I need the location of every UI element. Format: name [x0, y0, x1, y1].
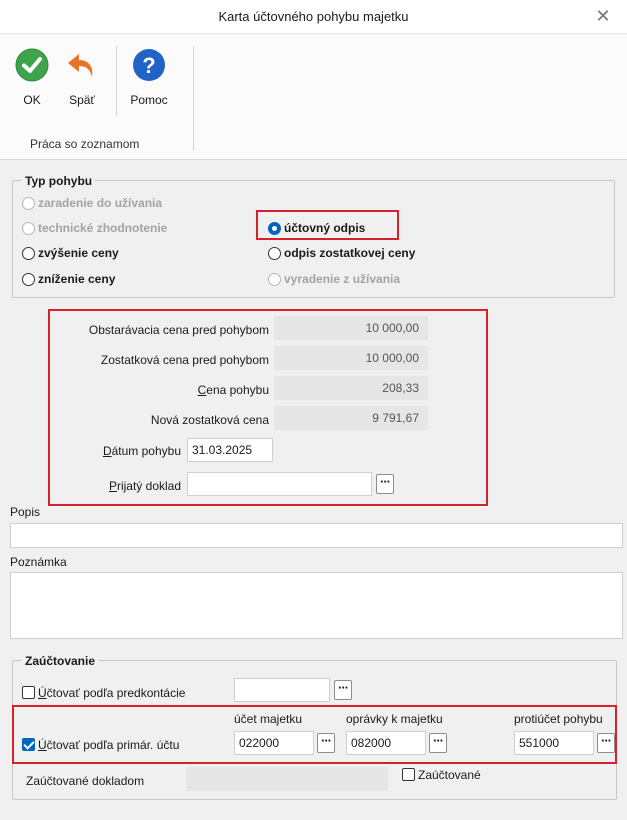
radio-label: technické zhodnotenie [38, 221, 168, 235]
radio-odpis-zostatkovej-ceny[interactable]: odpis zostatkovej ceny [268, 246, 415, 260]
predkontacie-label-rest: čtovať podľa predkontácie [46, 686, 186, 700]
predkontacie-browse-button[interactable]: ··· [334, 680, 352, 700]
radio-label: zníženie ceny [38, 272, 116, 286]
back-button[interactable]: Späť [62, 48, 102, 107]
radio-label: odpis zostatkovej ceny [284, 246, 416, 260]
cena-pohybu-label: Cena pohybu [198, 383, 269, 397]
radio-circle-icon [22, 196, 35, 210]
ribbon-group-separator [193, 46, 194, 150]
radio-znizenie-ceny[interactable]: zníženie ceny [22, 272, 115, 286]
obstaravacia-value: 10 000,00 [274, 316, 428, 340]
predkontacie-mnemonic: Ú [38, 686, 47, 700]
poznamka-label: Poznámka [10, 555, 67, 569]
radio-zvysenie-ceny[interactable]: zvýšenie ceny [22, 246, 119, 260]
title-bar: Karta účtovného pohybu majetku ✕ [0, 0, 627, 34]
ribbon-toolbar: OK Späť ? Pomoc Práca so zoznamom [0, 34, 627, 160]
radio-label: vyradenie z užívania [284, 272, 401, 286]
undo-arrow-icon [68, 54, 93, 77]
cena-mnemonic: C [197, 383, 207, 397]
datum-label-rest: átum pohybu [111, 444, 181, 458]
radio-circle-icon [22, 246, 35, 260]
prijaty-doklad-input[interactable] [187, 472, 372, 496]
primar-mnemonic: Ú [38, 738, 47, 752]
nova-zostatkova-label: Nová zostatková cena [150, 413, 269, 427]
radio-zaradenie[interactable]: zaradenie do užívania [22, 196, 162, 210]
cena-label-rest: ena pohybu [206, 383, 269, 397]
protiucet-input[interactable]: 551000 [514, 731, 594, 755]
ok-button[interactable]: OK [10, 48, 54, 107]
ucet-majetku-browse-button[interactable]: ··· [317, 733, 335, 753]
typ-pohybu-legend: Typ pohybu [22, 174, 96, 188]
radio-vyradenie[interactable]: vyradenie z užívania [268, 272, 400, 286]
opravky-input[interactable]: 082000 [346, 731, 426, 755]
ok-label: OK [23, 93, 41, 107]
help-question-icon: ? [133, 49, 165, 81]
zauctovanie-legend: Zaúčtovanie [22, 654, 99, 668]
datum-pohybu-label: Dátum pohybu [103, 444, 181, 458]
datum-mnemonic: D [102, 444, 112, 458]
help-label: Pomoc [130, 93, 168, 107]
primar-ucet-checkbox[interactable] [22, 738, 35, 751]
zostatkova-label: Zostatková cena pred pohybom [100, 353, 269, 367]
ribbon-group-label: Práca so zoznamom [30, 137, 140, 151]
check-circle-icon [15, 48, 49, 82]
popis-input[interactable] [10, 523, 623, 548]
close-icon[interactable]: ✕ [593, 6, 613, 27]
window-title: Karta účtovného pohybu majetku [218, 9, 409, 24]
doklad-mnemonic: P [108, 479, 117, 493]
opravky-browse-button[interactable]: ··· [429, 733, 447, 753]
primar-label-rest: čtovať podľa primár. účtu [46, 738, 180, 752]
radio-circle-icon [268, 272, 281, 286]
svg-text:?: ? [142, 53, 155, 78]
predkontacie-checkbox[interactable] [22, 686, 35, 699]
obstaravacia-label: Obstarávacia cena pred pohybom [88, 323, 269, 337]
protiucet-browse-button[interactable]: ··· [597, 733, 615, 753]
zauctovane-dokladom-label: Zaúčtované dokladom [26, 774, 145, 788]
zauctovane-label: Zaúčtované [418, 768, 481, 782]
cena-pohybu-value: 208,33 [274, 376, 428, 400]
poznamka-textarea[interactable] [10, 572, 623, 639]
nova-zostatkova-value: 9 791,67 [274, 406, 428, 430]
predkontacie-input[interactable] [234, 678, 330, 702]
ucet-majetku-input[interactable]: 022000 [234, 731, 314, 755]
popis-label: Popis [10, 505, 41, 519]
radio-label: zvýšenie ceny [38, 246, 119, 260]
opravky-label: oprávky k majetku [346, 712, 443, 726]
ribbon-separator [116, 46, 117, 116]
zauctovane-checkbox[interactable] [402, 768, 415, 781]
protiucet-label: protiúčet pohybu [514, 712, 603, 726]
ucet-majetku-label: účet majetku [234, 712, 303, 726]
doklad-label-rest: rijatý doklad [116, 479, 181, 493]
radio-circle-icon [22, 272, 35, 286]
prijaty-doklad-label: Prijatý doklad [109, 479, 181, 493]
help-button[interactable]: ? Pomoc [124, 48, 174, 107]
predkontacie-label: Účtovať podľa predkontácie [38, 686, 185, 700]
highlight-box-uctovny-odpis [256, 210, 399, 240]
radio-label: zaradenie do užívania [38, 196, 163, 210]
radio-technicke-zhodnotenie[interactable]: technické zhodnotenie [22, 221, 167, 235]
datum-pohybu-input[interactable]: 31.03.2025 [187, 438, 273, 462]
back-label: Späť [69, 93, 95, 107]
radio-circle-icon [268, 246, 281, 260]
radio-circle-icon [22, 221, 35, 235]
prijaty-doklad-browse-button[interactable]: ··· [376, 474, 394, 494]
zauctovane-dokladom-value [186, 767, 388, 791]
zostatkova-value: 10 000,00 [274, 346, 428, 370]
primar-ucet-label: Účtovať podľa primár. účtu [38, 738, 179, 752]
